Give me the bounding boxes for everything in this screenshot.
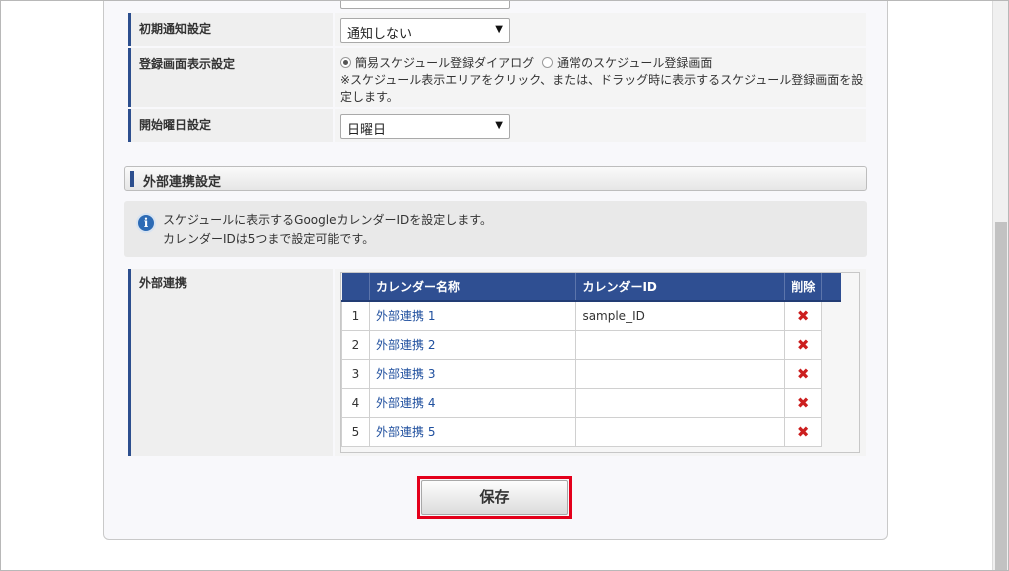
info-icon: i — [136, 213, 156, 233]
scrollbar-thumb[interactable] — [995, 222, 1007, 571]
delete-x-icon[interactable]: ✖ — [797, 394, 810, 412]
calendar-name-link[interactable]: 外部連携 5 — [368, 416, 577, 447]
initial-notice-select[interactable]: 通知しない ▼ — [340, 18, 510, 43]
info-line-2: カレンダーIDは5つまで設定可能です。 — [163, 232, 375, 246]
radio-simple-dialog-label[interactable]: 簡易スケジュール登録ダイアログ — [355, 56, 534, 70]
delete-button[interactable]: ✖ — [784, 387, 823, 418]
vertical-scrollbar[interactable] — [992, 0, 1008, 571]
calendar-name-link[interactable]: 外部連携 2 — [368, 329, 577, 360]
external-calendar-table-wrap: カレンダー名称 カレンダーID 削除 1 外部連携 1 sample_ID ✖ … — [340, 272, 860, 453]
delete-x-icon[interactable]: ✖ — [797, 307, 810, 325]
table-row: 2 外部連携 2 ✖ — [341, 329, 842, 360]
save-button[interactable]: 保存 — [421, 480, 568, 515]
row-initial-notice: 初期通知設定 通知しない ▼ — [128, 13, 866, 46]
row-number: 4 — [341, 387, 370, 418]
external-label: 外部連携 — [128, 269, 333, 456]
info-line-1: スケジュールに表示するGoogleカレンダーIDを設定します。 — [163, 213, 493, 227]
start-weekday-label: 開始曜日設定 — [128, 109, 333, 142]
register-display-label: 登録画面表示設定 — [128, 48, 333, 107]
chevron-down-icon: ▼ — [495, 24, 503, 35]
table-header-row: カレンダー名称 カレンダーID 削除 — [341, 273, 841, 302]
start-weekday-select[interactable]: 日曜日 ▼ — [340, 114, 510, 139]
calendar-name-link[interactable]: 外部連携 3 — [368, 358, 577, 389]
start-weekday-selected-value: 日曜日 — [347, 123, 387, 138]
register-display-radio-group: 簡易スケジュール登録ダイアログ 通常のスケジュール登録画面 — [340, 54, 712, 71]
calendar-id-cell — [575, 387, 786, 418]
header-calendar-id: カレンダーID — [575, 273, 786, 302]
delete-button[interactable]: ✖ — [784, 416, 823, 447]
delete-x-icon[interactable]: ✖ — [797, 336, 810, 354]
table-row: 5 外部連携 5 ✖ — [341, 416, 842, 447]
delete-button[interactable]: ✖ — [784, 300, 823, 331]
chevron-down-icon: ▼ — [495, 120, 503, 131]
table-row: 4 外部連携 4 ✖ — [341, 387, 842, 418]
start-weekday-value-cell: 日曜日 ▼ — [335, 109, 866, 142]
row-number: 1 — [341, 300, 370, 331]
info-text: スケジュールに表示するGoogleカレンダーIDを設定します。 カレンダーIDは… — [163, 211, 492, 249]
register-display-note: ※スケジュール表示エリアをクリック、または、ドラッグ時に表示するスケジュール登録… — [340, 73, 864, 104]
delete-x-icon[interactable]: ✖ — [797, 423, 810, 441]
initial-notice-value-cell: 通知しない ▼ — [335, 13, 866, 46]
delete-x-icon[interactable]: ✖ — [797, 365, 810, 383]
table-row: 3 外部連携 3 ✖ — [341, 358, 842, 389]
section-header-external: 外部連携設定 — [124, 166, 867, 191]
calendar-id-cell: sample_ID — [575, 300, 786, 331]
header-calendar-name: カレンダー名称 — [369, 273, 577, 302]
row-number: 3 — [341, 358, 370, 389]
initial-notice-selected-value: 通知しない — [347, 27, 413, 42]
calendar-id-cell — [575, 416, 786, 447]
header-num — [341, 273, 370, 302]
register-display-value-cell: 簡易スケジュール登録ダイアログ 通常のスケジュール登録画面 ※スケジュール表示エリ… — [335, 48, 866, 107]
delete-button[interactable]: ✖ — [784, 358, 823, 389]
calendar-name-link[interactable]: 外部連携 1 — [368, 300, 577, 331]
row-number: 2 — [341, 329, 370, 360]
row-register-display: 登録画面表示設定 簡易スケジュール登録ダイアログ 通常のスケジュール登録画面 ※ス… — [128, 48, 866, 107]
initial-notice-label: 初期通知設定 — [128, 13, 333, 46]
external-calendar-table: カレンダー名称 カレンダーID 削除 1 外部連携 1 sample_ID ✖ … — [341, 273, 841, 447]
partial-field-top[interactable] — [340, 0, 510, 9]
radio-normal-screen-label[interactable]: 通常のスケジュール登録画面 — [557, 56, 712, 70]
calendar-id-cell — [575, 329, 786, 360]
info-box: i スケジュールに表示するGoogleカレンダーIDを設定します。 カレンダーI… — [124, 201, 867, 257]
header-delete: 削除 — [784, 273, 823, 302]
calendar-name-link[interactable]: 外部連携 4 — [368, 387, 577, 418]
delete-button[interactable]: ✖ — [784, 329, 823, 360]
radio-normal-screen[interactable] — [542, 57, 554, 68]
calendar-id-cell — [575, 358, 786, 389]
row-number: 5 — [341, 416, 370, 447]
table-row: 1 外部連携 1 sample_ID ✖ — [341, 300, 842, 331]
radio-simple-dialog[interactable] — [340, 57, 351, 68]
row-start-weekday: 開始曜日設定 日曜日 ▼ — [128, 109, 866, 142]
header-spacer — [821, 273, 841, 302]
